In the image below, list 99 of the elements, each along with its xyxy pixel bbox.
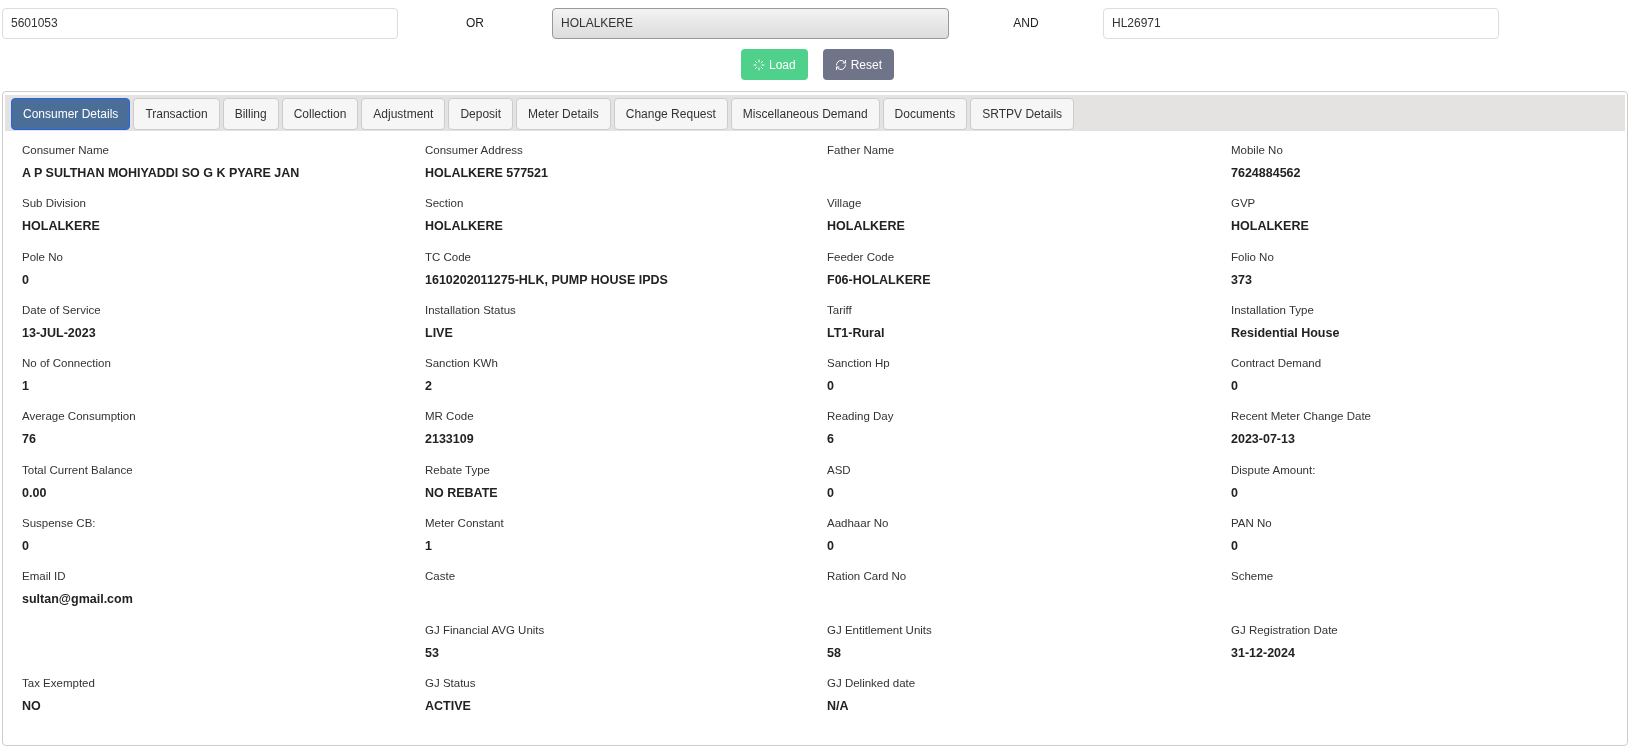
field-label: Total Current Balance [22, 462, 133, 478]
field-value: 373 [1231, 271, 1252, 288]
tab[interactable]: Documents [882, 98, 968, 130]
search-field[interactable]: 5601053 [2, 7, 398, 39]
field-label: Folio No [1231, 249, 1274, 265]
field-label: Mobile No [1231, 143, 1283, 158]
field-value: 2 [425, 378, 432, 395]
field-value: HOLALKERE [425, 218, 503, 235]
tab[interactable]: Miscellaneous Demand [730, 98, 880, 130]
field-label: GVP [1231, 196, 1256, 212]
tab[interactable]: Transaction [133, 98, 220, 130]
field-value: A P SULTHAN MOHIYADDI SO G K PYARE JAN [22, 165, 300, 181]
field-value: 1 [425, 538, 432, 555]
field-value: 76 [22, 431, 36, 448]
field-value: 2133109 [425, 431, 474, 448]
field-label: GJ Registration Date [1231, 622, 1338, 638]
field-value: 1610202011275-HLK, PUMP HOUSE IPDS [425, 271, 668, 288]
field-label: GJ Delinked date [827, 675, 916, 691]
field-label: Scheme [1231, 569, 1274, 585]
field-value: 0 [1231, 484, 1238, 501]
field-label: Dispute Amount: [1231, 462, 1316, 478]
field-label: Reading Day [827, 409, 894, 425]
field-value: 0 [1231, 538, 1238, 555]
field-label: Rebate Type [425, 462, 490, 478]
field-value: LIVE [425, 324, 453, 341]
field-label: Section [425, 196, 464, 212]
field-label: Sanction Hp [827, 356, 890, 372]
field-value: 0 [827, 484, 834, 501]
field-value: 2023-07-13 [1231, 431, 1295, 448]
field-value: 6 [827, 431, 834, 448]
field-value: ACTIVE [425, 697, 471, 714]
tab[interactable]: SRTPV Details [970, 98, 1075, 130]
field-label: Caste [425, 569, 456, 585]
field-value: 0 [827, 378, 834, 395]
tab[interactable]: Change Request [613, 98, 728, 130]
field-value: 0 [1231, 378, 1238, 395]
tab[interactable]: Meter Details [516, 98, 611, 130]
refresh-icon [834, 58, 847, 71]
field-value: HOLALKERE [827, 218, 905, 235]
tab[interactable]: Collection [281, 98, 359, 130]
field-label: Meter Constant [425, 516, 504, 532]
and-label: AND [1012, 15, 1040, 32]
field-label: Installation Status [425, 302, 516, 318]
field-value: 0 [22, 538, 29, 555]
field-label: MR Code [425, 409, 474, 425]
field-value: 58 [827, 644, 841, 661]
field-value: 7624884562 [1231, 165, 1301, 181]
field-label: Average Consumption [22, 409, 136, 425]
tab[interactable]: Adjustment [361, 98, 446, 130]
field-label: Contract Demand [1231, 356, 1322, 372]
field-label: Village [827, 196, 862, 212]
field-label: Aadhaar No [827, 516, 889, 532]
field-label: Father Name [827, 143, 895, 158]
field-value: HOLALKERE 577521 [425, 165, 548, 181]
field-value: 13-JUL-2023 [22, 324, 96, 341]
field-value: 53 [425, 644, 439, 661]
spinner-icon [752, 58, 765, 71]
field-value: N/A [827, 697, 849, 714]
field-label: Recent Meter Change Date [1231, 409, 1371, 425]
field-value: NO REBATE [425, 484, 498, 501]
field-label: ASD [827, 462, 851, 478]
field-label: Date of Service [22, 302, 101, 318]
field-value: HOLALKERE [22, 218, 100, 235]
field-label: Suspense CB: [22, 516, 96, 532]
field-label: Pole No [22, 249, 63, 265]
field-value: NO [22, 697, 41, 714]
field-label: GJ Financial AVG Units [425, 622, 545, 638]
field-value: LT1-Rural [827, 324, 885, 341]
field-label: Consumer Name [22, 143, 109, 158]
field-label: Consumer Address [425, 143, 523, 158]
field-label: Tariff [827, 302, 852, 318]
field-label: Installation Type [1231, 302, 1314, 318]
or-label: OR [465, 15, 485, 32]
field-value: 0.00 [22, 484, 47, 501]
tab[interactable]: Consumer Details [11, 98, 131, 130]
tab[interactable]: Deposit [448, 98, 514, 130]
field-value: 1 [22, 378, 29, 395]
field-value: sultan@gmail.com [22, 591, 133, 608]
field-label: TC Code [425, 249, 472, 265]
field-label: Ration Card No [827, 569, 907, 585]
reset-button[interactable]: Reset [822, 49, 895, 80]
field-value: 31-12-2024 [1231, 644, 1295, 661]
field-label: PAN No [1231, 516, 1272, 532]
field-label: Tax Exempted [22, 675, 95, 691]
search-field[interactable]: HOLALKERE [552, 7, 949, 39]
field-value: 0 [827, 538, 834, 555]
field-label: No of Connection [22, 356, 111, 372]
field-label: GJ Entitlement Units [827, 622, 932, 638]
field-value: Residential House [1231, 324, 1340, 341]
field-label: Sanction KWh [425, 356, 498, 372]
field-label: Email ID [22, 569, 66, 585]
field-label: GJ Status [425, 675, 476, 691]
search-field[interactable]: HL26971 [1103, 7, 1499, 39]
tab[interactable]: Billing [222, 98, 279, 130]
field-value: F06-HOLALKERE [827, 271, 931, 288]
field-label: Sub Division [22, 196, 86, 212]
field-value: HOLALKERE [1231, 218, 1309, 235]
field-value: 0 [22, 271, 29, 288]
field-label: Feeder Code [827, 249, 895, 265]
